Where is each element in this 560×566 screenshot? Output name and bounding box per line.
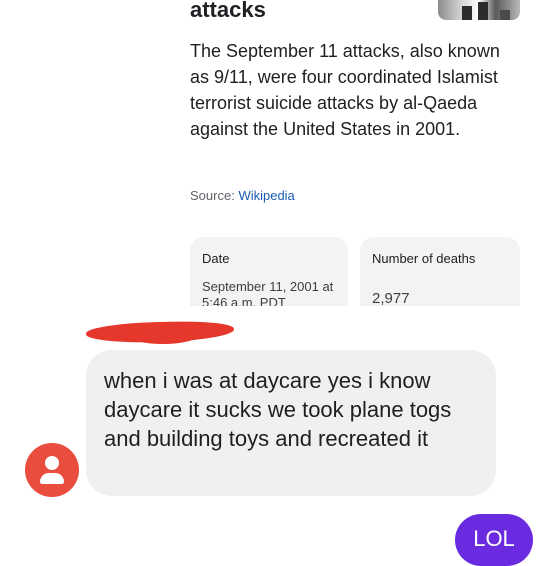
fact-value: September 11, 2001 at 5:46 a.m. PDT bbox=[202, 279, 334, 309]
card-description: The September 11 attacks, also known as … bbox=[190, 41, 500, 139]
fact-label: Date bbox=[202, 251, 230, 266]
fact-value: 2,977 bbox=[372, 290, 410, 307]
source-link[interactable]: Wikipedia bbox=[238, 188, 294, 203]
message-text: when i was at daycare yes i know daycare… bbox=[104, 368, 452, 451]
source-line: Source: Wikipedia bbox=[190, 188, 295, 203]
card-thumbnail-image[interactable] bbox=[438, 0, 520, 20]
fact-card-deaths[interactable]: Number of deaths 2,977 bbox=[360, 237, 520, 309]
lol-reply-button[interactable]: LOL bbox=[455, 514, 533, 566]
user-avatar-icon[interactable] bbox=[25, 443, 79, 497]
redaction-scribble bbox=[128, 326, 198, 344]
fact-card-date[interactable]: Date September 11, 2001 at 5:46 a.m. PDT bbox=[190, 237, 348, 309]
card-title: attacks bbox=[190, 0, 266, 22]
fact-label: Number of deaths bbox=[372, 251, 476, 266]
crop-edge bbox=[180, 306, 530, 326]
source-label: Source: bbox=[190, 188, 235, 203]
